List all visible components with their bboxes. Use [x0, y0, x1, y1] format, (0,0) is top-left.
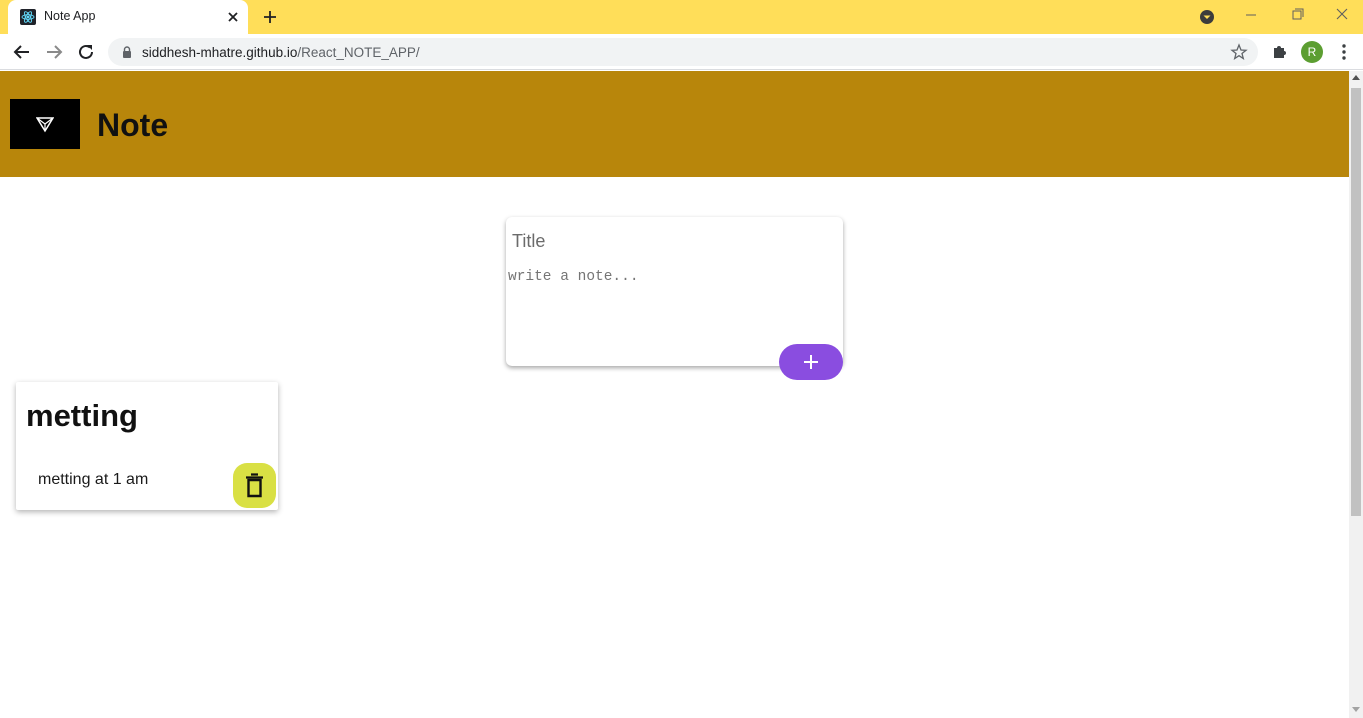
url-text: siddhesh-mhatre.github.io/React_NOTE_APP…	[142, 45, 420, 60]
note-title: metting	[26, 398, 138, 433]
react-favicon-icon	[20, 9, 36, 25]
new-tab-icon[interactable]	[259, 6, 281, 28]
restore-icon[interactable]	[1284, 4, 1310, 26]
page-viewport: Note metting metting at 1 am	[0, 71, 1349, 718]
app-logo	[10, 99, 80, 149]
scroll-down-arrow-icon[interactable]	[1352, 707, 1360, 712]
window-close-icon[interactable]	[1329, 4, 1355, 26]
url-domain: siddhesh-mhatre.github.io	[142, 45, 298, 60]
browser-menu-icon[interactable]	[1336, 41, 1352, 63]
note-content-textarea[interactable]	[508, 269, 838, 349]
note-card: metting metting at 1 am	[16, 382, 278, 510]
profile-avatar[interactable]: R	[1301, 41, 1323, 63]
plus-icon	[804, 355, 818, 369]
browser-toolbar: siddhesh-mhatre.github.io/React_NOTE_APP…	[0, 34, 1363, 70]
scroll-up-arrow-icon[interactable]	[1352, 75, 1360, 80]
browser-tab-strip: Note App	[0, 0, 1363, 34]
note-title-input[interactable]	[512, 227, 832, 255]
reload-icon[interactable]	[74, 40, 98, 64]
lock-icon	[120, 45, 134, 59]
trash-icon	[246, 473, 263, 498]
tab-title: Note App	[44, 9, 96, 23]
delete-note-button[interactable]	[233, 463, 276, 508]
url-path: /React_NOTE_APP/	[297, 45, 420, 60]
scroll-thumb[interactable]	[1351, 88, 1361, 516]
minimize-icon[interactable]	[1238, 4, 1264, 26]
forward-arrow-icon[interactable]	[42, 40, 66, 64]
browser-tab[interactable]: Note App	[8, 0, 248, 34]
back-arrow-icon[interactable]	[10, 40, 34, 64]
page-scrollbar[interactable]	[1349, 71, 1363, 718]
address-bar[interactable]: siddhesh-mhatre.github.io/React_NOTE_APP…	[108, 38, 1258, 66]
tab-close-icon[interactable]	[224, 8, 242, 26]
paper-plane-icon	[36, 117, 54, 133]
app-header: Note	[0, 71, 1349, 177]
note-content: metting at 1 am	[38, 471, 149, 488]
tab-search-icon[interactable]	[1197, 7, 1217, 27]
extensions-puzzle-icon[interactable]	[1269, 40, 1291, 62]
app-title: Note	[97, 107, 169, 143]
bookmark-star-icon[interactable]	[1230, 43, 1248, 61]
add-note-button[interactable]	[779, 344, 843, 380]
